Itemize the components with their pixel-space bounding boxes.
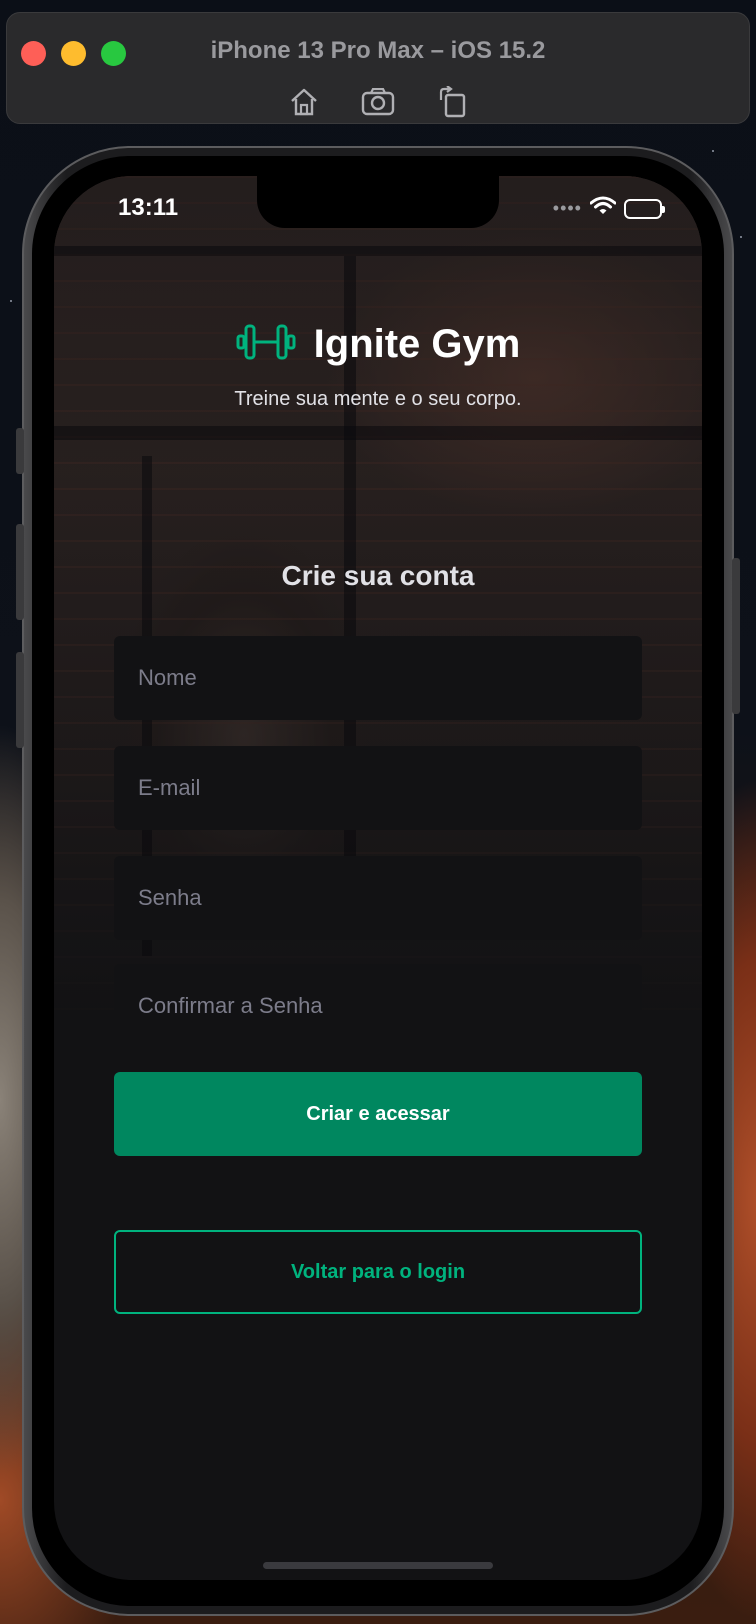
mute-switch	[16, 428, 24, 474]
home-indicator[interactable]	[263, 1562, 493, 1569]
phone-screen: 13:11 •••• Ignite Gym Treine sua mente e…	[54, 176, 702, 1580]
volume-up-button	[16, 524, 24, 620]
name-input[interactable]	[114, 636, 642, 720]
volume-down-button	[16, 652, 24, 748]
back-to-login-button[interactable]: Voltar para o login	[114, 1230, 642, 1314]
create-account-button[interactable]: Criar e acessar	[114, 1072, 642, 1156]
cellular-signal-icon: ••••	[552, 198, 582, 218]
simulator-title-bar: iPhone 13 Pro Max – iOS 15.2	[6, 12, 750, 124]
home-icon[interactable]	[285, 83, 323, 121]
battery-icon	[624, 198, 665, 219]
confirm-password-input[interactable]	[114, 964, 642, 1048]
power-button	[732, 558, 740, 714]
dumbbell-icon	[236, 322, 296, 367]
notch	[257, 176, 499, 228]
wifi-icon	[589, 196, 617, 221]
status-indicators: ••••	[552, 196, 665, 221]
simulator-toolbar	[7, 83, 749, 121]
app-brand: Ignite Gym	[54, 322, 702, 367]
app-title: Ignite Gym	[313, 322, 521, 366]
password-input[interactable]	[114, 856, 642, 940]
rotate-icon[interactable]	[433, 83, 471, 121]
email-input[interactable]	[114, 746, 642, 830]
app-tagline: Treine sua mente e o seu corpo.	[234, 388, 522, 410]
status-time: 13:11	[118, 194, 179, 221]
simulator-title: iPhone 13 Pro Max – iOS 15.2	[210, 37, 546, 64]
form-title: Crie sua conta	[281, 560, 475, 591]
screenshot-icon[interactable]	[359, 83, 397, 121]
